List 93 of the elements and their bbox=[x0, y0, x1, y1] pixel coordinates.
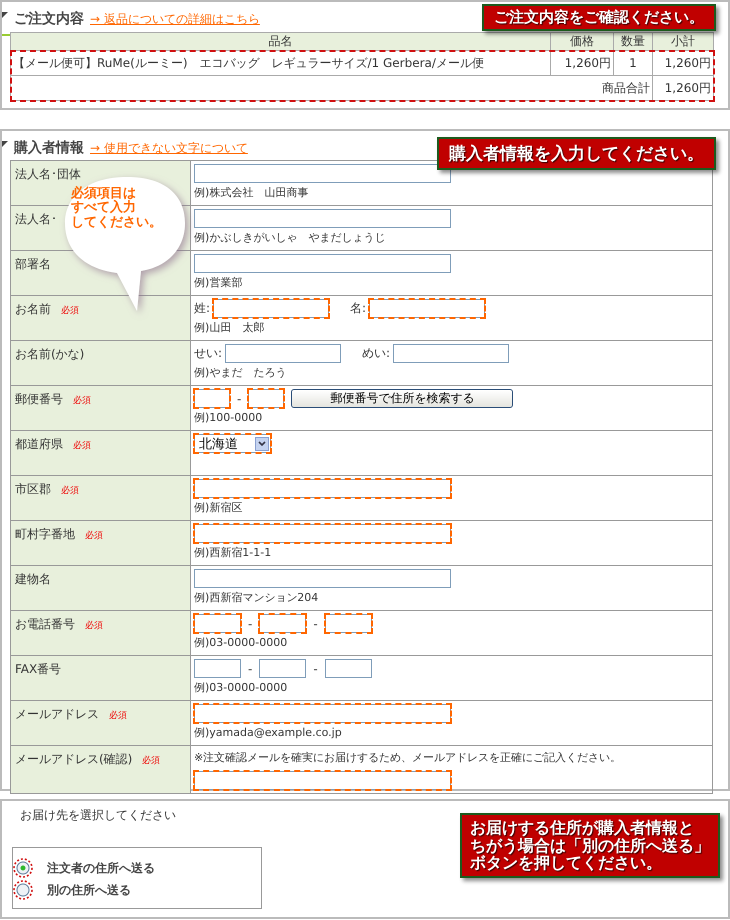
search-button[interactable]: 郵便番号で住所を検索する bbox=[291, 389, 514, 408]
table-cell: 1 bbox=[614, 50, 652, 76]
radio-option[interactable]: 別の住所へ送る bbox=[13, 880, 131, 900]
separator: - bbox=[312, 616, 319, 630]
radio-option[interactable]: 注文者の住所へ送る bbox=[13, 858, 155, 878]
input-field[interactable] bbox=[194, 209, 451, 228]
field-label: お名前 bbox=[15, 302, 51, 316]
field-label: お電話番号 bbox=[15, 617, 75, 631]
note-text: ※注文確認メールを確実にお届けするため、メールアドレスを正確にご記入ください。 bbox=[194, 750, 622, 765]
section-title: 購入者情報 bbox=[14, 139, 84, 157]
field-prefix: めい: bbox=[362, 345, 390, 362]
required-mark: 必須 bbox=[84, 531, 103, 541]
field-label: FAX番号 bbox=[15, 662, 62, 676]
required-mark: 必須 bbox=[84, 621, 103, 631]
separator: - bbox=[236, 392, 242, 406]
triangle-icon bbox=[2, 141, 8, 147]
callout-banner: 購入者情報を入力してください。 bbox=[437, 137, 716, 170]
callout-text: ボタンを押してください。 bbox=[470, 854, 663, 872]
field-label: メールアドレス(確認) bbox=[15, 752, 132, 766]
input-field[interactable] bbox=[213, 299, 330, 318]
example-hint: 例)西新宿マンション204 bbox=[194, 590, 320, 605]
input-field[interactable] bbox=[324, 659, 372, 678]
delivery-prompt: お届け先を選択してください bbox=[20, 807, 176, 824]
input-field[interactable] bbox=[194, 704, 451, 723]
bubble-text: 必須項目は bbox=[71, 187, 137, 201]
example-hint: 例)営業部 bbox=[194, 275, 244, 290]
field-label: 法人名･ bbox=[15, 212, 57, 226]
input-field[interactable] bbox=[259, 614, 306, 633]
input-field[interactable] bbox=[194, 524, 451, 543]
input-field[interactable] bbox=[194, 389, 230, 408]
input-field[interactable] bbox=[194, 569, 451, 588]
table-cell: 1,260円 bbox=[652, 76, 714, 100]
callout-banner: ご注文内容をご確認ください。 bbox=[482, 4, 716, 31]
triangle-icon bbox=[2, 12, 8, 18]
example-hint: 例)yamada@example.co.jp bbox=[194, 725, 343, 740]
field-label: 市区郡 bbox=[15, 482, 51, 496]
field-prefix: せい: bbox=[194, 345, 222, 362]
prefecture-select[interactable]: 北海道 bbox=[194, 434, 271, 453]
required-mark: 必須 bbox=[72, 396, 91, 406]
column-header: 品名 bbox=[10, 32, 550, 50]
radio-icon[interactable] bbox=[13, 880, 33, 900]
input-field[interactable] bbox=[259, 659, 306, 678]
required-mark: 必須 bbox=[142, 756, 160, 766]
table-cell: 1,260円 bbox=[550, 50, 614, 76]
bubble-text: すべて入力 bbox=[71, 201, 137, 216]
field-prefix: 姓: bbox=[194, 300, 210, 317]
input-field[interactable] bbox=[194, 659, 241, 678]
input-field[interactable] bbox=[393, 344, 510, 363]
bubble-text: してください。 bbox=[71, 216, 162, 230]
example-hint: 例)かぶしきがいしゃ やまだしょうじ bbox=[194, 230, 386, 245]
example-hint: 例)山田 太郎 bbox=[194, 320, 266, 335]
required-mark: 必須 bbox=[60, 486, 79, 496]
separator: - bbox=[247, 662, 254, 676]
example-hint: 例)100-0000 bbox=[194, 410, 264, 425]
table-cell: 【メール便可】RuMe(ルーミー) エコバッグ レギュラーサイズ/1 Gerbera/メール便 bbox=[10, 50, 550, 76]
section-title: ご注文内容 bbox=[14, 10, 84, 28]
example-hint: 例)株式会社 山田商事 bbox=[194, 185, 310, 200]
input-field[interactable] bbox=[194, 614, 241, 633]
field-label: 都道府県 bbox=[15, 437, 63, 451]
input-field[interactable] bbox=[194, 164, 451, 183]
column-header: 価格 bbox=[550, 32, 614, 50]
table-cell: 商品合計 bbox=[10, 76, 652, 100]
input-field[interactable] bbox=[194, 254, 451, 273]
field-label: 町村字番地 bbox=[15, 527, 75, 541]
example-hint: 例)03-0000-0000 bbox=[194, 680, 288, 695]
example-hint: 例)西新宿1-1-1 bbox=[194, 545, 272, 560]
column-header: 小計 bbox=[652, 32, 714, 50]
separator: - bbox=[247, 616, 254, 630]
example-hint: 例)03-0000-0000 bbox=[194, 635, 288, 650]
input-field[interactable] bbox=[225, 344, 342, 363]
field-prefix: 名: bbox=[350, 300, 366, 317]
field-label: メールアドレス bbox=[15, 707, 99, 721]
input-field[interactable] bbox=[324, 614, 372, 633]
field-label: 郵便番号 bbox=[15, 392, 63, 406]
field-label: 建物名 bbox=[15, 572, 51, 586]
caret-icon bbox=[255, 436, 269, 450]
radio-icon[interactable] bbox=[13, 858, 33, 878]
field-label: 法人名･団体 bbox=[15, 167, 81, 181]
separator: - bbox=[312, 662, 319, 676]
example-hint: 例)やまだ たろう bbox=[194, 365, 288, 380]
required-mark: 必須 bbox=[60, 306, 79, 316]
required-mark: 必須 bbox=[72, 441, 91, 451]
field-label: お名前(かな) bbox=[15, 347, 84, 361]
required-mark: 必須 bbox=[108, 711, 127, 721]
column-header: 数量 bbox=[614, 32, 652, 50]
input-field[interactable] bbox=[194, 771, 451, 790]
input-field[interactable] bbox=[248, 389, 284, 408]
callout-text: お届けする住所が購入者情報と bbox=[470, 819, 695, 837]
input-field[interactable] bbox=[369, 299, 486, 318]
input-field[interactable] bbox=[194, 479, 451, 498]
example-hint: 例)新宿区 bbox=[194, 500, 244, 515]
callout-text: ちがう場合は「別の住所へ送る」 bbox=[470, 836, 710, 854]
field-label: 部署名 bbox=[15, 257, 51, 271]
